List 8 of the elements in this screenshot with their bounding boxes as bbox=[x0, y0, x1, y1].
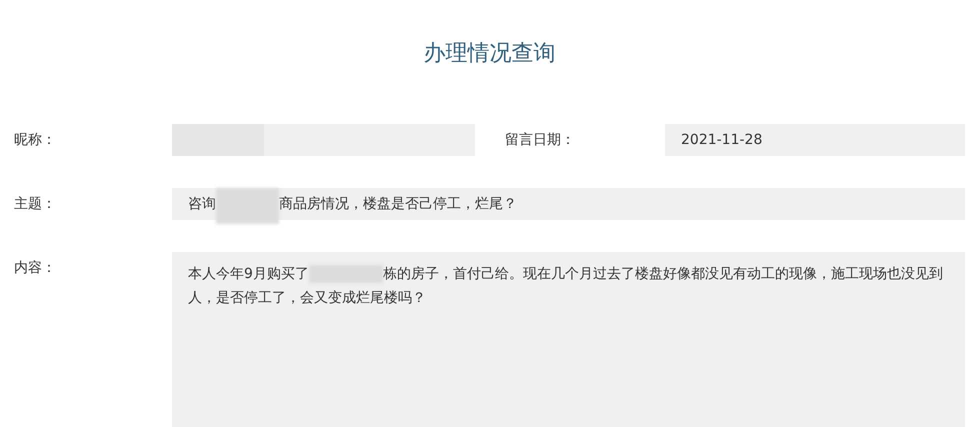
field-label: 内容： bbox=[14, 259, 57, 278]
date-field: 2021-11-28 bbox=[665, 124, 965, 156]
field-label: 主题： bbox=[14, 195, 57, 214]
page-title: 办理情况查询 bbox=[422, 40, 556, 68]
field-label: 留言日期： bbox=[505, 131, 576, 150]
field-label: 昵称： bbox=[14, 131, 57, 150]
redaction-block bbox=[216, 188, 279, 224]
content-field: 本人今年9月购买了 栋的房子，首付己给。现在几个月过去了楼盘好像都没见有动工的现像，施工现场也没见到人，是否停工了，会又变成烂尾楼吗？ bbox=[172, 252, 965, 427]
